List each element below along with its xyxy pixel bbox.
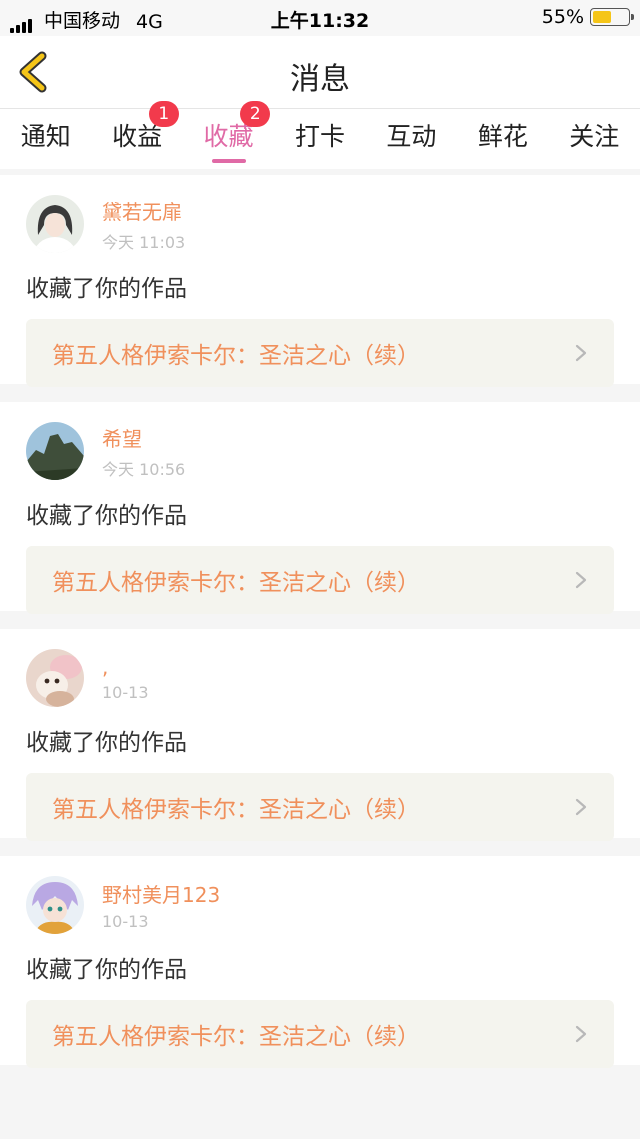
timestamp: 10-13	[102, 912, 149, 931]
unread-badge: 1	[148, 101, 179, 127]
timestamp: 今天 11:03	[102, 232, 186, 252]
active-tab-indicator	[211, 159, 246, 163]
tab-checkin[interactable]: 打卡	[274, 109, 365, 169]
tab-income[interactable]: 收益 1	[91, 101, 182, 169]
avatar[interactable]	[26, 195, 84, 253]
tab-notice[interactable]: 通知	[0, 109, 91, 169]
work-link[interactable]: 第五人格伊索卡尔：圣洁之心（续）	[26, 773, 614, 841]
chevron-right-icon	[575, 1025, 587, 1043]
work-link[interactable]: 第五人格伊索卡尔：圣洁之心（续）	[26, 1000, 614, 1068]
action-text: 收藏了你的作品	[26, 276, 187, 302]
work-title: 第五人格伊索卡尔：圣洁之心（续）	[52, 343, 420, 369]
tab-label: 鲜花	[477, 122, 528, 151]
chevron-right-icon	[575, 798, 587, 816]
chevron-right-icon	[575, 571, 587, 589]
chevron-right-icon	[575, 344, 587, 362]
message-card: , 10-13 收藏了你的作品 第五人格伊索卡尔：圣洁之心（续）	[0, 629, 640, 841]
tab-follow[interactable]: 关注	[549, 109, 640, 169]
action-text: 收藏了你的作品	[26, 503, 187, 529]
work-title: 第五人格伊索卡尔：圣洁之心（续）	[52, 1024, 420, 1050]
battery-icon	[590, 8, 634, 26]
tab-interaction[interactable]: 互动	[366, 109, 457, 169]
message-card: 希望 今天 10:56 收藏了你的作品 第五人格伊索卡尔：圣洁之心（续）	[0, 402, 640, 614]
tab-favorites[interactable]: 收藏 2	[183, 101, 274, 169]
tab-label: 关注	[569, 122, 620, 151]
tab-label: 通知	[20, 122, 71, 151]
work-title: 第五人格伊索卡尔：圣洁之心（续）	[52, 570, 420, 596]
username[interactable]: 黛若无扉	[102, 196, 185, 225]
message-list: 黛若无扉 今天 11:03 收藏了你的作品 第五人格伊索卡尔：圣洁之心（续） 希…	[0, 175, 640, 1068]
work-title: 第五人格伊索卡尔：圣洁之心（续）	[52, 797, 420, 823]
avatar[interactable]	[26, 649, 84, 707]
nav-bar: 消息	[0, 36, 640, 109]
page-title: 消息	[290, 62, 350, 97]
avatar[interactable]	[26, 422, 84, 480]
tab-label: 互动	[386, 122, 437, 151]
work-link[interactable]: 第五人格伊索卡尔：圣洁之心（续）	[26, 546, 614, 614]
timestamp: 10-13	[102, 682, 149, 702]
unread-badge: 2	[240, 101, 271, 127]
tab-label: 打卡	[294, 122, 345, 151]
message-tabs: 通知 收益 1 收藏 2 打卡 互动 鲜花 关注	[0, 101, 640, 169]
battery-percent: 55%	[541, 6, 584, 28]
work-link[interactable]: 第五人格伊索卡尔：圣洁之心（续）	[26, 319, 614, 387]
action-text: 收藏了你的作品	[26, 730, 187, 756]
message-card: 野村美月123 10-13 收藏了你的作品 第五人格伊索卡尔：圣洁之心（续）	[0, 856, 640, 1068]
message-card: 黛若无扉 今天 11:03 收藏了你的作品 第五人格伊索卡尔：圣洁之心（续）	[0, 175, 640, 387]
username[interactable]: 希望	[102, 423, 185, 452]
status-bar: 中国移动 4G 上午11:32 55%	[0, 0, 640, 36]
tab-label: 收益	[112, 122, 163, 151]
username[interactable]: ,	[102, 655, 149, 679]
tab-flowers[interactable]: 鲜花	[457, 109, 548, 169]
action-text: 收藏了你的作品	[26, 957, 187, 983]
username[interactable]: 野村美月123	[102, 879, 220, 908]
timestamp: 今天 10:56	[102, 459, 186, 479]
avatar[interactable]	[26, 876, 84, 934]
tab-label: 收藏	[203, 122, 254, 151]
